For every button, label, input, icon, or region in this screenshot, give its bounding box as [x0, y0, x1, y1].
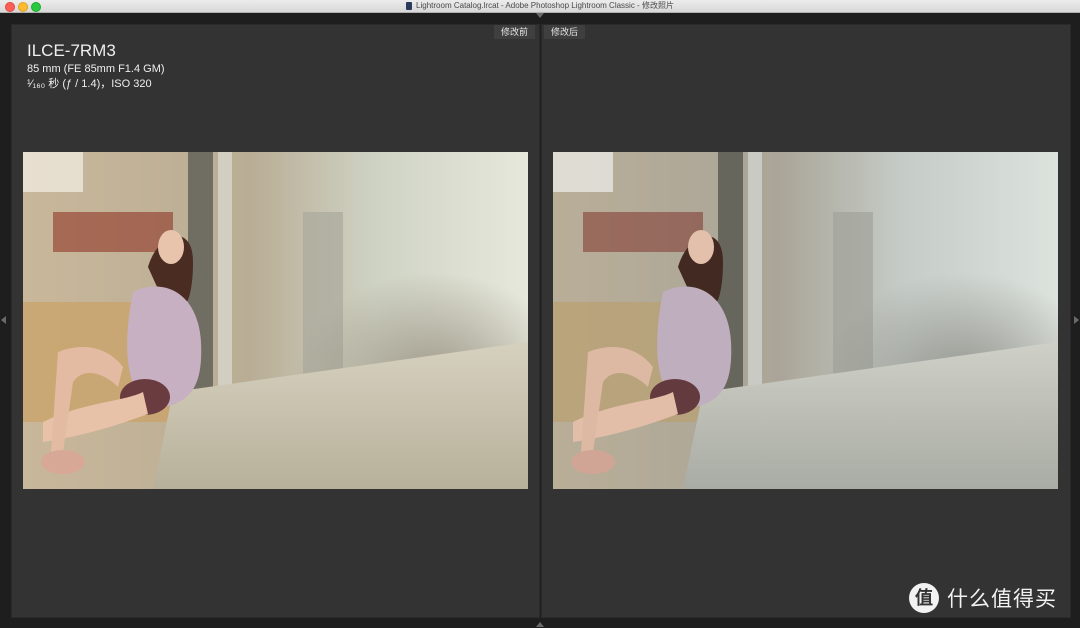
exposure-info: ¹⁄₁₆₀ 秒 (ƒ / 1.4)，ISO 320 — [27, 78, 152, 90]
smzdm-watermark: 值 什么值得买 — [909, 583, 1057, 613]
lens-info: 85 mm (FE 85mm F1.4 GM) — [27, 63, 165, 75]
window-title-bar: Lightroom Catalog.lrcat - Adobe Photosho… — [0, 0, 1080, 13]
after-photo[interactable] — [553, 152, 1058, 489]
watermark-logo-icon: 值 — [909, 583, 939, 613]
after-label: 修改后 — [544, 25, 586, 39]
photo-info-overlay: ILCE-7RM3 85 mm (FE 85mm F1.4 GM) ¹⁄₁₆₀ … — [27, 40, 165, 92]
window-title-text: Lightroom Catalog.lrcat - Adobe Photosho… — [416, 1, 674, 10]
left-panel-toggle-arrow-icon[interactable] — [1, 316, 6, 324]
top-panel-toggle-arrow-icon[interactable] — [536, 13, 544, 18]
camera-model: ILCE-7RM3 — [27, 41, 116, 60]
before-label: 修改前 — [494, 25, 536, 39]
before-photo[interactable] — [23, 152, 528, 489]
watermark-text: 什么值得买 — [947, 588, 1057, 611]
catalog-file-icon — [406, 2, 413, 10]
right-panel-toggle-arrow-icon[interactable] — [1074, 316, 1079, 324]
window-title: Lightroom Catalog.lrcat - Adobe Photosho… — [0, 0, 1080, 12]
filmstrip-toggle-arrow-icon[interactable] — [536, 622, 544, 627]
